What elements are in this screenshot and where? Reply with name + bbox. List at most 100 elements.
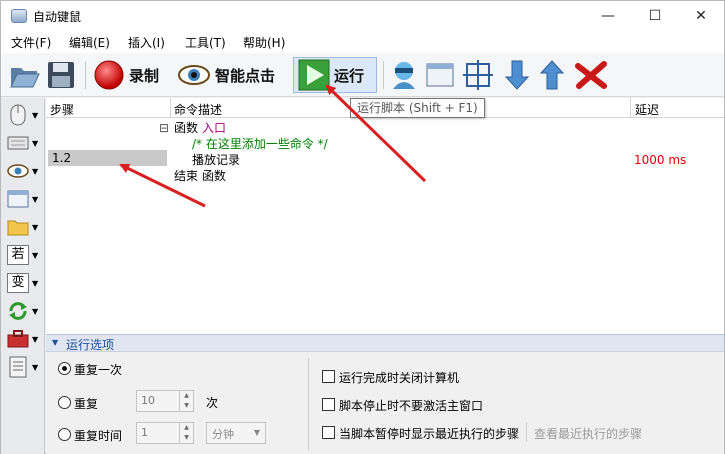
run-options-title: 运行选项 — [66, 338, 115, 352]
repeat-count-value: 10 — [141, 394, 155, 407]
if-label: 若 — [7, 245, 29, 265]
script-grid[interactable]: 步骤 命令描述 延迟 ⊟ 函数 入口 /* 在这里添加一些命令 */ 1.2 播… — [46, 98, 724, 334]
eye-tool-button[interactable]: ▼ — [7, 158, 43, 184]
smart-click-label: 智能点击 — [215, 66, 276, 85]
run-options-panel: ▼ 运行选项 重复一次 重复 10 ▲ ▼ 次 重复时间 1 ▲ ▼ 分钟 ▼ 运行… — [46, 334, 724, 454]
crosshair-button[interactable] — [463, 57, 493, 93]
mouse-tool-button[interactable]: ▼ — [7, 102, 43, 128]
menu-insert[interactable]: 插入(I) — [128, 34, 165, 51]
run-button[interactable]: 运行 — [293, 57, 377, 93]
folder-open-icon — [10, 68, 40, 88]
window-button[interactable] — [425, 57, 457, 93]
if-tool-button[interactable]: 若 ▼ — [7, 242, 43, 268]
save-button[interactable] — [46, 57, 76, 93]
repeat-label[interactable]: 重复 — [74, 395, 98, 412]
move-up-button[interactable] — [539, 57, 565, 93]
title-bar: 自动键鼠 — ☐ ✕ — [1, 1, 724, 31]
menu-file[interactable]: 文件(F) — [11, 34, 51, 51]
show-recent-checkbox[interactable] — [322, 426, 335, 439]
column-delay[interactable]: 延迟 — [635, 101, 659, 118]
spy-icon — [393, 62, 415, 89]
repeat-time-label[interactable]: 重复时间 — [74, 427, 122, 444]
record-button[interactable]: 录制 — [93, 57, 159, 93]
no-activate-checkbox[interactable] — [322, 398, 335, 411]
shutdown-checkbox[interactable] — [322, 370, 335, 383]
column-command[interactable]: 命令描述 — [174, 101, 222, 118]
list-tool-button[interactable]: ▼ — [7, 354, 43, 380]
menu-help[interactable]: 帮助(H) — [243, 34, 285, 51]
spin-up-icon[interactable]: ▲ — [180, 391, 193, 401]
keyboard-icon — [7, 136, 29, 150]
minimize-button[interactable]: — — [585, 1, 631, 31]
smart-click-button[interactable]: 智能点击 — [177, 57, 275, 93]
window-spy-button[interactable] — [389, 57, 419, 93]
variable-tool-button[interactable]: 变 ▼ — [7, 270, 43, 296]
eye-icon — [178, 65, 210, 85]
delete-button[interactable] — [574, 57, 608, 93]
dropdown-arrow-icon: ▼ — [32, 250, 39, 260]
view-recent-link[interactable]: 查看最近执行的步骤 — [534, 425, 642, 442]
repeat-count-spinner[interactable]: 10 ▲ ▼ — [136, 390, 194, 412]
show-recent-label[interactable]: 当脚本暂停时显示最近执行的步骤 — [339, 425, 519, 442]
dropdown-arrow-icon: ▼ — [32, 334, 39, 344]
delete-x-icon — [575, 61, 607, 89]
time-unit-select[interactable]: 分钟 ▼ — [206, 422, 266, 444]
repeat-radio[interactable] — [58, 396, 71, 409]
spin-down-icon[interactable]: ▼ — [180, 401, 193, 411]
toolbar-separator — [383, 61, 384, 89]
folder-tool-button[interactable]: ▼ — [7, 214, 43, 240]
close-button[interactable]: ✕ — [678, 1, 724, 31]
toolbar: 录制 智能点击 运行 — [1, 53, 724, 97]
collapse-toggle-icon[interactable]: ⊟ — [159, 120, 169, 136]
shutdown-label[interactable]: 运行完成时关闭计算机 — [339, 369, 459, 386]
open-button[interactable] — [9, 57, 41, 93]
loop-tool-button[interactable]: ▼ — [7, 298, 43, 324]
menu-tools[interactable]: 工具(T) — [185, 34, 226, 51]
repeat-once-label[interactable]: 重复一次 — [74, 361, 122, 378]
repeat-time-spinner[interactable]: 1 ▲ ▼ — [136, 422, 194, 444]
floppy-disk-icon — [48, 62, 74, 88]
move-down-button[interactable] — [504, 57, 530, 93]
times-unit-label: 次 — [206, 396, 219, 410]
record-label: 录制 — [129, 66, 160, 85]
maximize-button[interactable]: ☐ — [632, 1, 678, 31]
repeat-once-radio[interactable] — [58, 362, 71, 375]
column-divider — [630, 98, 631, 118]
dropdown-arrow-icon: ▼ — [32, 222, 39, 232]
window-tool-button[interactable]: ▼ — [7, 186, 43, 212]
time-unit-value: 分钟 — [212, 428, 234, 441]
window-icon — [426, 63, 454, 87]
options-divider — [308, 358, 309, 450]
command-line[interactable]: 播放记录 — [192, 152, 240, 168]
variable-label: 变 — [7, 273, 29, 293]
collapse-arrow-icon: ▼ — [52, 338, 59, 347]
window-title: 自动键鼠 — [33, 10, 82, 24]
document-list-icon — [9, 356, 27, 378]
left-tool-strip: ▼ ▼ ▼ ▼ ▼ 若 ▼ 变 ▼ ▼ ▼ ▼ — [1, 98, 45, 454]
run-label: 运行 — [334, 66, 365, 85]
dropdown-arrow-icon: ▼ — [32, 110, 39, 120]
spin-up-icon[interactable]: ▲ — [180, 423, 193, 433]
dropdown-arrow-icon: ▼ — [32, 278, 39, 288]
run-options-header[interactable]: ▼ 运行选项 — [46, 334, 724, 352]
main-window: 自动键鼠 — ☐ ✕ 文件(F) 编辑(E) 插入(I) 工具(T) 帮助(H) — [0, 0, 725, 454]
app-icon — [11, 9, 27, 23]
keyboard-tool-button[interactable]: ▼ — [7, 130, 43, 156]
window-icon — [7, 190, 29, 208]
toolbar-separator — [85, 61, 86, 89]
menu-edit[interactable]: 编辑(E) — [69, 34, 110, 51]
dropdown-arrow-icon: ▼ — [32, 306, 39, 316]
column-step[interactable]: 步骤 — [50, 101, 74, 118]
repeat-time-value: 1 — [141, 426, 148, 439]
dropdown-arrow-icon: ▼ — [32, 138, 39, 148]
misc-tool-button[interactable]: ▼ — [7, 326, 43, 352]
no-activate-label[interactable]: 脚本停止时不要激活主窗口 — [339, 397, 483, 414]
spin-down-icon[interactable]: ▼ — [180, 433, 193, 443]
arrow-down-icon — [504, 60, 530, 90]
comment-line: /* 在这里添加一些命令 */ — [192, 137, 328, 151]
dropdown-arrow-icon: ▼ — [32, 166, 39, 176]
options-divider — [526, 422, 527, 442]
repeat-time-radio[interactable] — [58, 428, 71, 441]
step-cell[interactable]: 1.2 — [48, 150, 167, 166]
toolbox-icon — [7, 330, 29, 348]
